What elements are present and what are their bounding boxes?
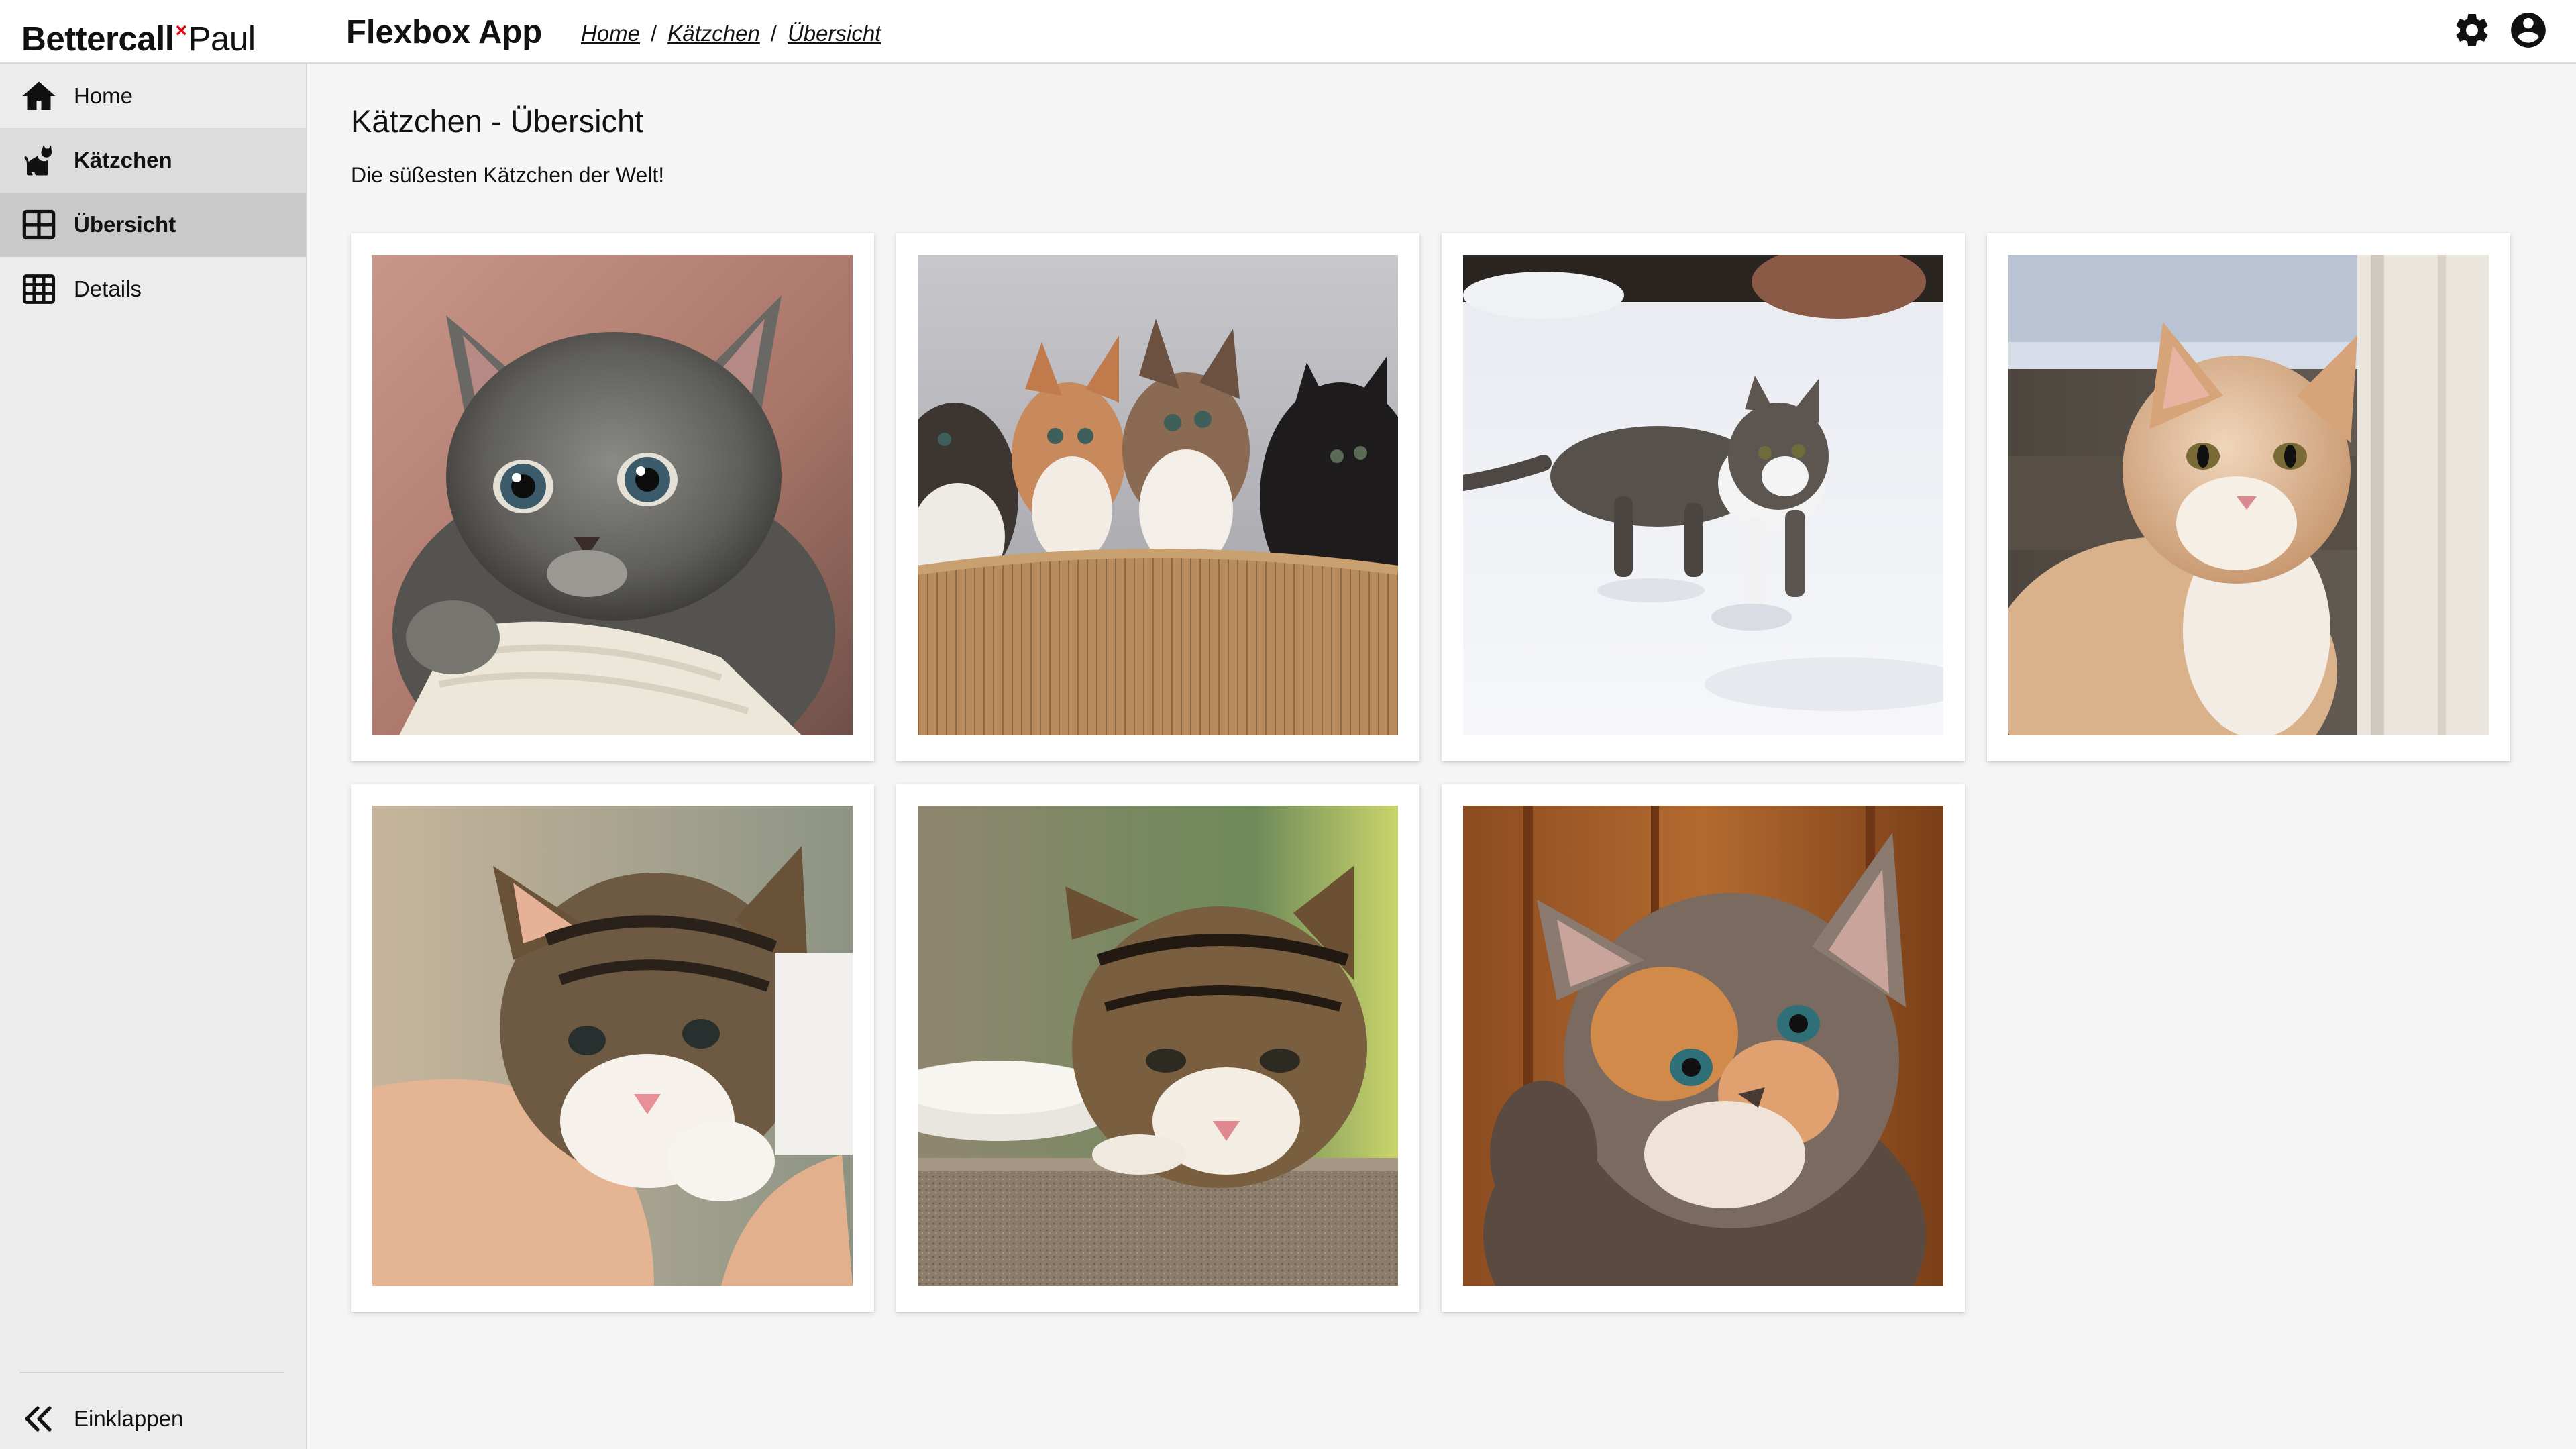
kitten-card[interactable]: [896, 784, 1419, 1312]
collapse-label: Einklappen: [74, 1406, 184, 1431]
sidebar-item-label: Übersicht: [74, 212, 176, 237]
breadcrumb-home[interactable]: Home: [581, 20, 640, 47]
kitten-photo: [918, 255, 1398, 735]
app-header: Bettercall×Paul Flexbox App Home / Kätzc…: [0, 0, 2576, 64]
app-title: Flexbox App: [346, 14, 543, 50]
collapse-sidebar-button[interactable]: Einklappen: [20, 1400, 183, 1438]
sidebar-divider: [20, 1372, 284, 1373]
main-content: Kätzchen - Übersicht Die süßesten Kätzch…: [307, 64, 2576, 1449]
breadcrumb-kaetzchen[interactable]: Kätzchen: [667, 20, 760, 47]
double-chevron-left-icon: [20, 1400, 58, 1438]
sidebar-item-details[interactable]: Details: [0, 257, 306, 321]
kitten-card-grid: [351, 233, 2518, 1312]
breadcrumb-uebersicht[interactable]: Übersicht: [788, 20, 881, 47]
kitten-card[interactable]: [896, 233, 1419, 761]
brand-logo-regular: Paul: [188, 19, 256, 58]
brand-logo-x: ×: [175, 19, 187, 42]
settings-button[interactable]: [2451, 9, 2493, 51]
sidebar-item-uebersicht[interactable]: Übersicht: [0, 193, 306, 257]
account-circle-icon: [2511, 13, 2546, 48]
kitten-card[interactable]: [1987, 233, 2510, 761]
gear-icon: [2456, 13, 2488, 46]
page-title: Kätzchen - Übersicht: [351, 103, 644, 139]
grid-view-icon: [20, 206, 58, 244]
page-subtitle: Die süßesten Kätzchen der Welt!: [351, 163, 665, 187]
header-actions: [2451, 9, 2549, 51]
kitten-card[interactable]: [351, 233, 874, 761]
home-icon: [20, 77, 58, 115]
kitten-card[interactable]: [1442, 784, 1965, 1312]
sidebar-item-label: Home: [74, 83, 133, 108]
sidebar: Home Kätzchen Übersicht Details Einklapp…: [0, 64, 307, 1449]
kitten-photo: [918, 806, 1398, 1286]
sidebar-item-label: Details: [74, 276, 142, 301]
kitten-card[interactable]: [1442, 233, 1965, 761]
kitten-photo: [372, 255, 853, 735]
kitten-photo: [2008, 255, 2489, 735]
table-icon: [20, 270, 58, 308]
sidebar-item-kaetzchen[interactable]: Kätzchen: [0, 128, 306, 193]
sidebar-item-label: Kätzchen: [74, 148, 172, 172]
account-button[interactable]: [2508, 9, 2549, 51]
kitten-card[interactable]: [351, 784, 874, 1312]
brand-logo-bold: Bettercall: [21, 19, 174, 58]
breadcrumb-separator: /: [770, 21, 777, 46]
brand-logo[interactable]: Bettercall×Paul: [21, 11, 256, 59]
breadcrumb: Home / Kätzchen / Übersicht: [581, 20, 881, 47]
kitten-photo: [1463, 255, 1943, 735]
kitten-photo: [372, 806, 853, 1286]
cat-icon: [20, 142, 58, 179]
breadcrumb-separator: /: [651, 21, 657, 46]
sidebar-item-home[interactable]: Home: [0, 64, 306, 128]
kitten-photo: [1463, 806, 1943, 1286]
